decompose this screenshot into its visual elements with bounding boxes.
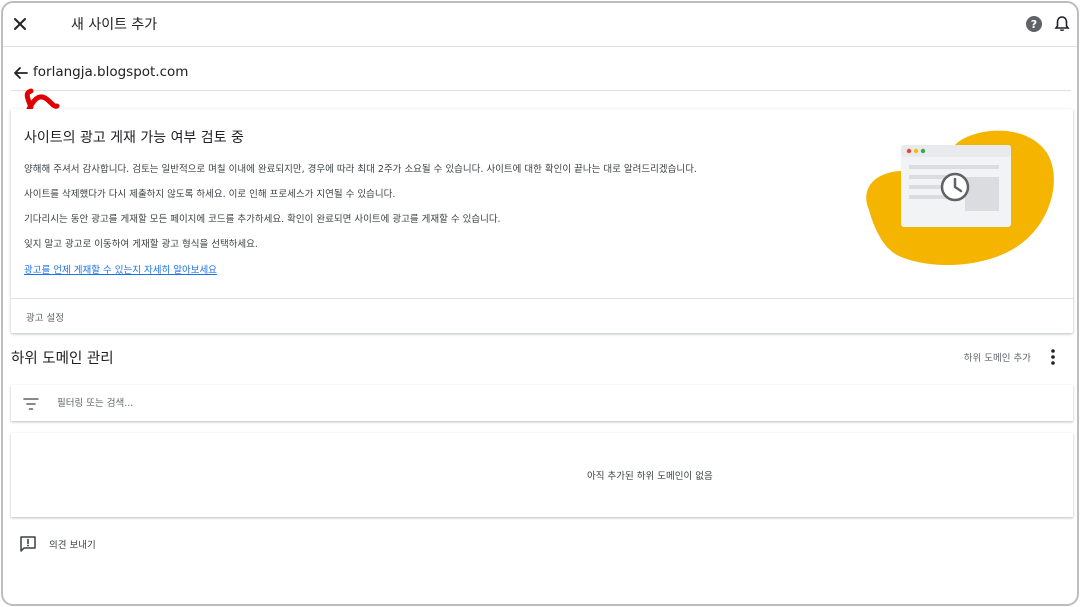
feedback-icon [20, 536, 36, 552]
send-feedback-button[interactable]: 의견 보내기 [19, 535, 96, 553]
subdomain-section-title: 하위 도메인 관리 [11, 351, 114, 367]
learn-more-link[interactable]: 광고를 언제 게재할 수 있는지 자세히 알아보세요 [24, 262, 217, 276]
more-vert-icon[interactable] [1045, 347, 1061, 367]
empty-message: 아직 추가된 하위 도메인이 없음 [587, 471, 713, 482]
help-icon[interactable]: ? [1025, 15, 1043, 33]
review-line: 사이트를 삭제했다가 다시 제출하지 않도록 하세요. 이로 인해 프로세스가 … [24, 189, 396, 200]
app-frame: 새 사이트 추가 ? forlangja.blogspot.com 사이트의 광 [1, 1, 1079, 606]
arrow-back-icon[interactable] [11, 63, 31, 83]
filter-search-input[interactable] [57, 393, 957, 413]
page-title: 새 사이트 추가 [71, 17, 158, 33]
subdomain-list: 아직 추가된 하위 도메인이 없음 [11, 433, 1073, 517]
filter-icon[interactable] [23, 396, 39, 410]
site-url: forlangja.blogspot.com [33, 64, 189, 80]
ad-settings-button[interactable]: 광고 설정 [26, 310, 64, 324]
close-icon[interactable] [9, 13, 31, 35]
review-status-card: 사이트의 광고 게재 가능 여부 검토 중 양해해 주셔서 감사합니다. 검토는… [11, 109, 1073, 333]
review-title: 사이트의 광고 게재 가능 여부 검토 중 [24, 130, 244, 146]
top-bar: 새 사이트 추가 ? [3, 3, 1077, 47]
review-line: 양해해 주셔서 감사합니다. 검토는 일반적으로 며칠 이내에 완료되지만, 경… [24, 164, 697, 175]
review-clock-illustration [866, 130, 1054, 265]
review-line: 잊지 말고 광고로 이동하여 게재할 광고 형식을 선택하세요. [24, 239, 258, 250]
review-line: 기다리시는 동안 광고를 게재할 모든 페이지에 코드를 추가하세요. 확인이 … [24, 214, 501, 225]
svg-text:?: ? [1031, 18, 1037, 31]
feedback-label: 의견 보내기 [49, 540, 96, 551]
site-header: forlangja.blogspot.com [11, 55, 1071, 91]
add-subdomain-button[interactable]: 하위 도메인 추가 [964, 350, 1031, 364]
filter-bar [11, 385, 1073, 421]
card-divider [11, 298, 1073, 299]
notifications-icon[interactable] [1053, 15, 1071, 33]
